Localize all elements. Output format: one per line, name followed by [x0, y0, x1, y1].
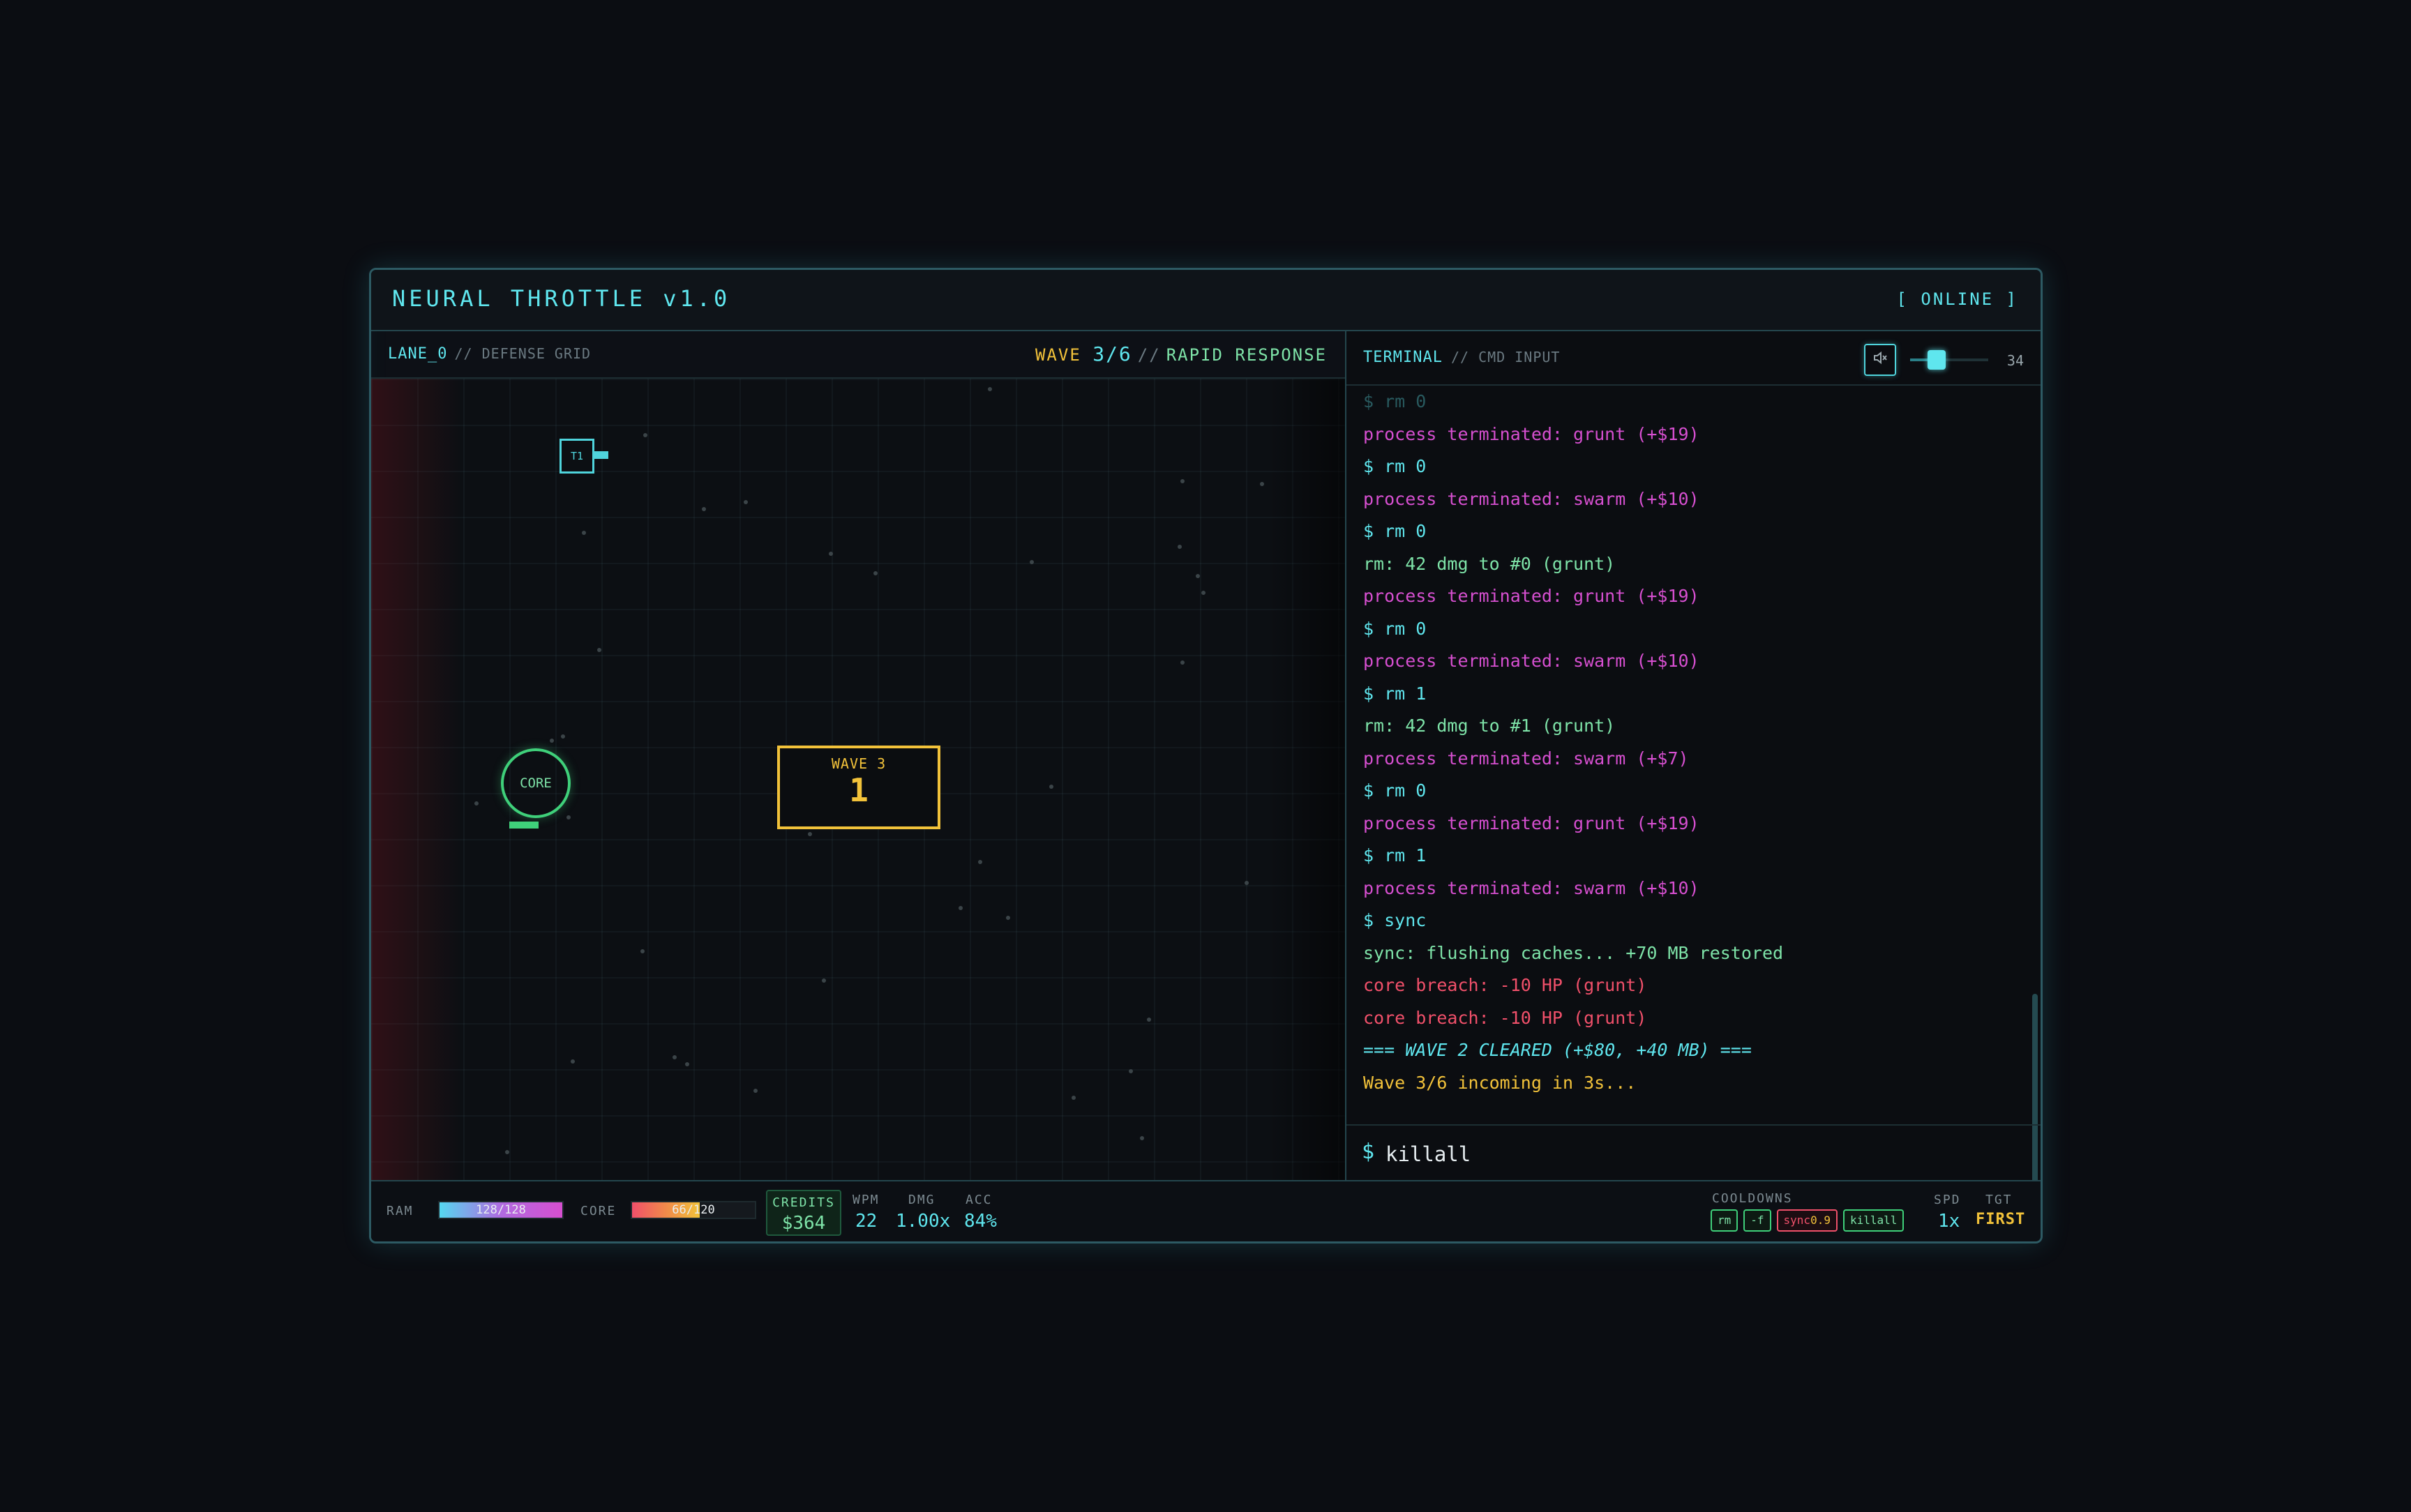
terminal-line: process terminated: swarm (+$10)	[1363, 877, 1699, 898]
cooldown-name: sync	[1783, 1214, 1811, 1227]
sound-toggle-button[interactable]	[1864, 344, 1896, 376]
wpm-label: WPM	[853, 1193, 880, 1207]
terminal-line: sync: flushing caches... +70 MB restored	[1363, 942, 1784, 963]
banner-wave-label: WAVE 3	[831, 755, 887, 772]
lane-title: LANE_0 // DEFENSE GRID	[388, 345, 591, 363]
cooldown-name: rm	[1718, 1214, 1732, 1227]
volume-slider-thumb[interactable]	[1928, 350, 1946, 370]
speed-label: SPD	[1934, 1193, 1961, 1207]
speaker-muted-icon	[1872, 349, 1888, 370]
lane-label: LANE_0	[388, 345, 448, 363]
terminal-line: $ rm 1	[1363, 683, 1427, 704]
core-hp-label: CORE	[580, 1204, 617, 1218]
terminal-line: $ rm 0	[1363, 618, 1427, 639]
terminal-line: core breach: -10 HP (grunt)	[1363, 975, 1647, 995]
terminal-line: process terminated: swarm (+$10)	[1363, 488, 1699, 509]
dmg-label: DMG	[908, 1193, 936, 1207]
terminal-line: process terminated: grunt (+$19)	[1363, 423, 1699, 444]
wave-separator: //	[1137, 345, 1161, 365]
cooldown-timer: 0.9	[1810, 1214, 1831, 1227]
online-status: [ ONLINE ]	[1896, 289, 2018, 309]
volume-slider[interactable]	[1910, 350, 1988, 370]
command-line: $	[1346, 1124, 2041, 1184]
dmg-value: 1.00x	[896, 1211, 951, 1232]
wave-number: 3/6	[1092, 342, 1132, 365]
credits-label: CREDITS	[772, 1195, 835, 1210]
terminal-line: process terminated: swarm (+$10)	[1363, 651, 1699, 671]
terminal-line: process terminated: grunt (+$19)	[1363, 586, 1699, 606]
terminal-line: Wave 3/6 incoming in 3s...	[1363, 1072, 1637, 1093]
game-header: LANE_0 // DEFENSE GRID WAVE 3/6//RAPID RE…	[371, 331, 1345, 379]
core-hp-value: 66/120	[672, 1203, 715, 1217]
terminal-label: TERMINAL	[1363, 349, 1443, 366]
prompt-symbol: $	[1362, 1140, 1375, 1164]
terminal-line: process terminated: swarm (+$7)	[1363, 748, 1689, 769]
battlefield[interactable]: T1 CORE WAVE 3 1	[371, 379, 1554, 1184]
terminal-line: $ rm 0	[1363, 780, 1427, 801]
terminal-line: $ rm 0	[1363, 521, 1427, 541]
terminal-line: $ rm 0	[1363, 456, 1427, 476]
cooldown-name: killall	[1849, 1214, 1898, 1227]
terminal-line: $ rm 1	[1363, 845, 1427, 865]
cooldown-name: -f	[1750, 1214, 1764, 1227]
banner-countdown: 1	[849, 771, 869, 809]
terminal-header: TERMINAL // CMD INPUT 34	[1346, 331, 2041, 386]
volume-value: 34	[2006, 352, 2024, 369]
core-hp-bar: 66/120	[631, 1201, 756, 1219]
cooldown-list: rm -f sync0.9 killall	[1711, 1209, 1905, 1232]
terminal-line: process terminated: grunt (+$19)	[1363, 812, 1699, 833]
wpm-value: 22	[855, 1211, 878, 1232]
terminal-log: $ rm 0 process terminated: grunt (+$19) $ …	[1363, 386, 2024, 1101]
title-bar: NEURAL THROTTLE v1.0 [ ONLINE ]	[371, 270, 2041, 331]
terminal-line: === WAVE 2 CLEARED (+$80, +40 MB) ===	[1363, 1040, 1752, 1060]
acc-label: ACC	[966, 1193, 993, 1207]
acc-value: 84%	[964, 1211, 997, 1232]
terminal-line: rm: 42 dmg to #1 (grunt)	[1363, 716, 1616, 736]
cooldown-killall[interactable]: killall	[1842, 1209, 1905, 1232]
ram-value: 128/128	[476, 1203, 526, 1217]
cooldown-rm[interactable]: rm	[1711, 1209, 1738, 1232]
wave-indicator: WAVE 3/6//RAPID RESPONSE	[1035, 342, 1327, 365]
terminal-line: core breach: -10 HP (grunt)	[1363, 1007, 1647, 1028]
speed-value[interactable]: 1x	[1938, 1211, 1960, 1232]
core-health-bar	[509, 822, 539, 829]
ram-label: RAM	[386, 1204, 414, 1218]
wave-countdown-banner: WAVE 3 1	[777, 746, 940, 829]
wave-word: WAVE	[1035, 345, 1081, 365]
cooldowns-label: COOLDOWNS	[1712, 1191, 1793, 1206]
terminal-panel: TERMINAL // CMD INPUT 34 $ rm 0 process te…	[1346, 331, 2041, 1186]
cooldown-sync[interactable]: sync0.9	[1776, 1209, 1838, 1232]
turret-barrel	[593, 451, 608, 459]
terminal-title: TERMINAL // CMD INPUT	[1363, 349, 1560, 366]
lane-subtitle: // DEFENSE GRID	[454, 345, 592, 362]
credits-box: CREDITS $364	[766, 1190, 841, 1236]
terminal-line: $ rm 0	[1363, 391, 1427, 411]
terminal-line: $ sync	[1363, 910, 1427, 930]
target-label: TGT	[1985, 1193, 2013, 1207]
terminal-line: rm: 42 dmg to #0 (grunt)	[1363, 553, 1616, 574]
ram-bar: 128/128	[438, 1201, 564, 1219]
turret-label: T1	[570, 450, 584, 462]
status-footer: RAM 128/128 CORE 66/120 CREDITS $364 WPM…	[371, 1180, 2041, 1241]
core-node: CORE	[501, 748, 571, 818]
target-mode[interactable]: FIRST	[1976, 1211, 2025, 1228]
game-window: NEURAL THROTTLE v1.0 [ ONLINE ] LANE_0 //…	[369, 268, 2043, 1243]
turret-t1[interactable]: T1	[559, 439, 594, 474]
core-label: CORE	[520, 776, 552, 791]
cooldown-force[interactable]: -f	[1743, 1209, 1771, 1232]
app-title: NEURAL THROTTLE v1.0	[392, 285, 731, 312]
credits-value: $364	[781, 1213, 826, 1234]
defense-grid-panel: LANE_0 // DEFENSE GRID WAVE 3/6//RAPID RE…	[371, 331, 1554, 1184]
terminal-subtitle: // CMD INPUT	[1450, 349, 1561, 365]
wave-name: RAPID RESPONSE	[1166, 345, 1327, 365]
command-input[interactable]	[1385, 1137, 1944, 1172]
